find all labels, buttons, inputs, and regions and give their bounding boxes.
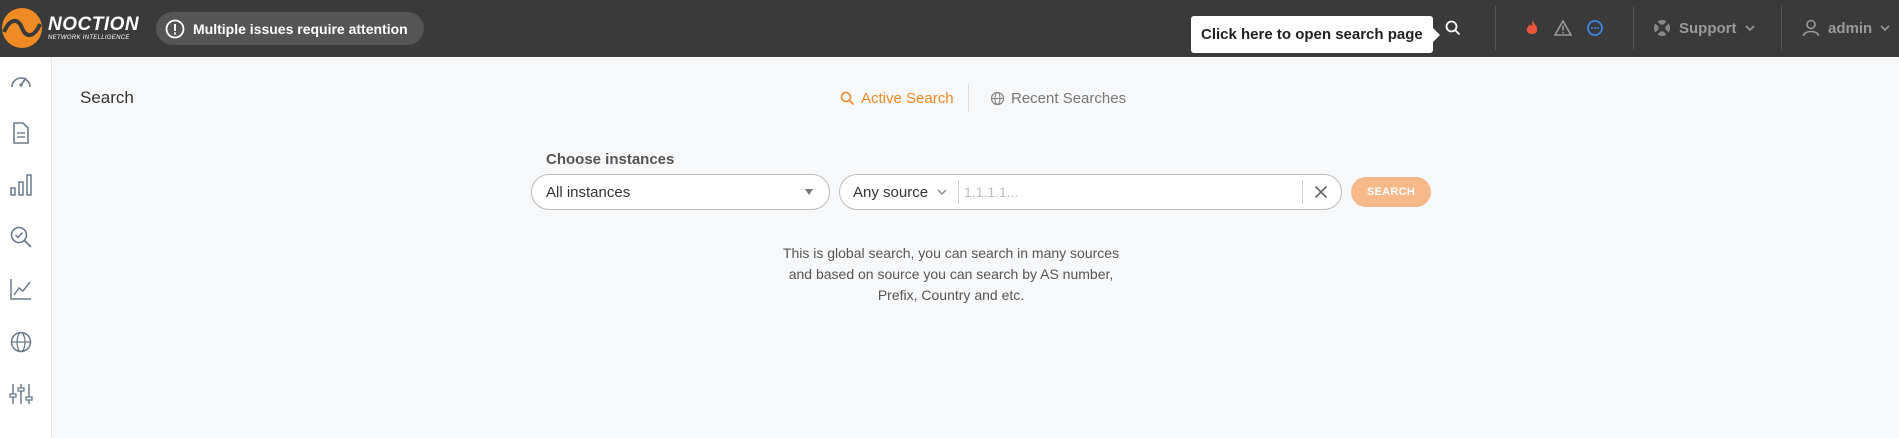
search-icon[interactable] xyxy=(1442,17,1464,39)
clear-icon[interactable] xyxy=(1311,182,1331,202)
support-label: Support xyxy=(1679,19,1737,37)
instances-value: All instances xyxy=(546,183,631,201)
search-input[interactable] xyxy=(964,180,1300,204)
fire-icon[interactable] xyxy=(1521,17,1543,39)
divider xyxy=(1633,6,1634,50)
user-icon xyxy=(1802,19,1820,37)
tab-label: Active Search xyxy=(861,89,954,107)
lifebuoy-icon xyxy=(1654,20,1670,36)
search-field-group: Any source xyxy=(839,174,1342,210)
caret-down-icon xyxy=(805,189,813,195)
chat-bubble-icon[interactable] xyxy=(1584,17,1606,39)
divider xyxy=(1781,6,1782,50)
line-chart-icon[interactable] xyxy=(8,276,34,302)
search-check-icon[interactable] xyxy=(8,224,34,250)
choose-instances-label: Choose instances xyxy=(546,151,675,168)
logo-mark-icon xyxy=(2,8,42,48)
user-menu[interactable]: admin xyxy=(1801,14,1891,42)
tab-label: Recent Searches xyxy=(1011,89,1127,107)
tab-active-search[interactable]: Active Search xyxy=(840,88,954,108)
logo-tagline: NETWORK INTELLIGENCE xyxy=(48,35,130,41)
search-help-text: This is global search, you can search in… xyxy=(782,245,1120,303)
chevron-down-icon xyxy=(1880,25,1890,32)
divider xyxy=(958,180,959,204)
sliders-icon[interactable] xyxy=(8,381,34,407)
support-menu[interactable]: Support xyxy=(1652,14,1756,42)
document-icon[interactable] xyxy=(8,120,34,146)
page-title: Search xyxy=(80,88,134,107)
search-icon xyxy=(840,91,855,105)
tab-recent-searches[interactable]: Recent Searches xyxy=(990,88,1126,108)
issues-alert-button[interactable]: Multiple issues require attention xyxy=(156,12,424,45)
instances-select[interactable]: All instances xyxy=(531,174,830,210)
divider xyxy=(1302,180,1303,204)
globe-icon[interactable] xyxy=(8,329,34,355)
noction-logo[interactable]: NOCTION NETWORK INTELLIGENCE xyxy=(2,8,139,48)
bar-chart-icon[interactable] xyxy=(8,172,34,198)
sidebar xyxy=(0,57,52,438)
divider xyxy=(1495,6,1496,50)
source-select[interactable]: Any source xyxy=(853,175,948,209)
alert-text: Multiple issues require attention xyxy=(193,20,408,37)
source-value: Any source xyxy=(853,183,929,201)
tab-divider xyxy=(968,84,969,112)
search-button[interactable]: SEARCH xyxy=(1351,177,1431,207)
chevron-down-icon xyxy=(1744,25,1755,32)
globe-icon xyxy=(990,91,1005,105)
speedometer-icon[interactable] xyxy=(8,68,34,94)
chevron-down-icon xyxy=(937,189,947,195)
exclamation-circle-icon xyxy=(165,19,185,38)
search-tooltip: Click here to open search page xyxy=(1191,16,1440,53)
top-bar: NOCTION NETWORK INTELLIGENCE Multiple is… xyxy=(0,0,1899,57)
logo-name: NOCTION xyxy=(48,14,140,35)
warning-triangle-icon[interactable] xyxy=(1552,17,1574,39)
user-label: admin xyxy=(1828,19,1873,37)
